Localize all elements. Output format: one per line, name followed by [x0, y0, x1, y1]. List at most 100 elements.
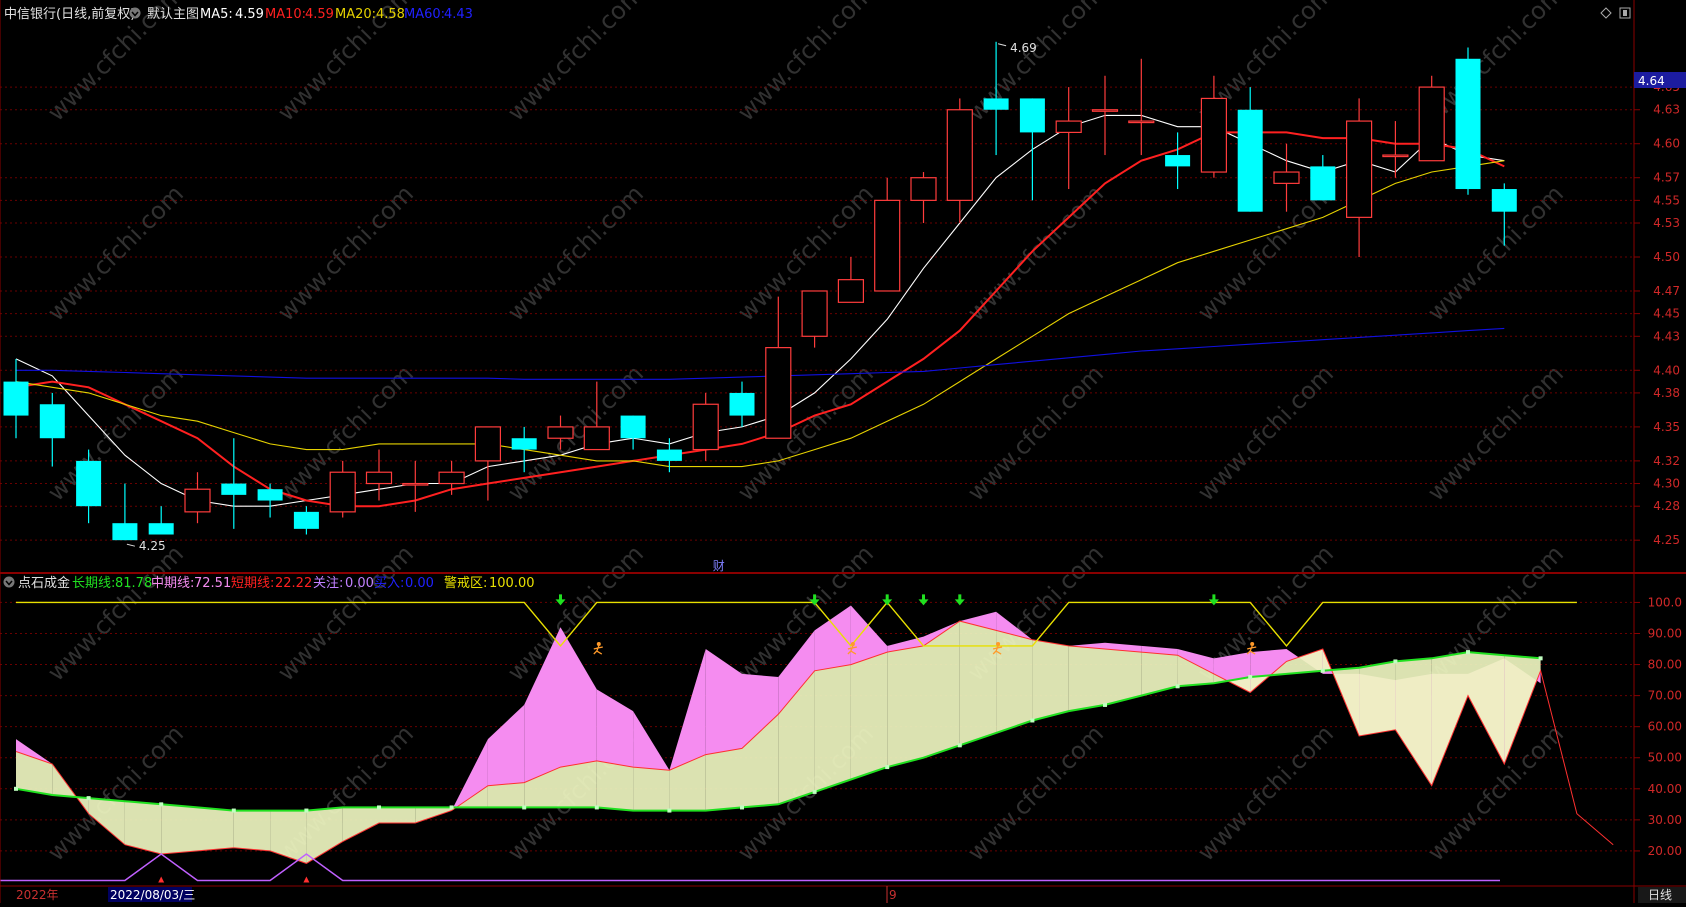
price-axis-label: 4.57	[1653, 171, 1680, 185]
chart-stage: www.cfchi.com www.cfchi.com www.cfchi.com w…	[0, 0, 1686, 903]
candle-body-down	[293, 511, 319, 529]
short-fill-segment	[1068, 645, 1105, 712]
ma60-value: 4.43	[444, 7, 473, 22]
candle-body-down	[39, 404, 65, 439]
short-fill-segment	[1032, 639, 1069, 721]
long-line-dot	[740, 805, 744, 810]
long-line-dot	[231, 808, 236, 813]
date-label: 2022/08/03/三	[110, 888, 195, 902]
price-axis-label: 4.38	[1653, 386, 1680, 400]
chart-canvas: www.cfchi.com www.cfchi.com www.cfchi.com w…	[0, 0, 1686, 903]
short-label: 短期线:	[231, 576, 274, 591]
long-line-dot	[594, 805, 599, 810]
indicator-axis-label: 70.00	[1648, 689, 1682, 703]
candle-body-up	[184, 488, 211, 513]
ma60-label: MA60:	[404, 7, 445, 22]
indicator-dropdown-icon[interactable]	[3, 576, 15, 588]
candle-body-up	[365, 471, 393, 485]
indicator-axis-label: 20.00	[1648, 844, 1682, 858]
candle-body-down	[221, 483, 247, 495]
mid-value: 72.51	[194, 576, 231, 591]
focus-label: 关注:	[313, 576, 343, 591]
price-axis-label: 4.43	[1653, 329, 1680, 343]
finance-marker: 财	[713, 559, 725, 573]
long-line-dot	[957, 743, 962, 748]
long-label: 长期线:	[72, 576, 115, 591]
price-axis-label: 4.63	[1653, 103, 1680, 117]
price-axis-label: 4.28	[1653, 499, 1680, 513]
price-axis-label: 4.50	[1653, 250, 1680, 264]
price-axis-label: 4.35	[1653, 420, 1680, 434]
short-value: 22.22	[275, 576, 312, 591]
period-label[interactable]: 日线	[1648, 888, 1672, 902]
candle-body-up	[1091, 109, 1119, 112]
short-fill-segment	[850, 652, 888, 780]
indicator-axis-label: 40.00	[1648, 782, 1682, 796]
short-fill-segment	[379, 807, 416, 823]
main-header: 中信银行(日线,前复权) 默认主图 MA5: 4.59 MA10: 4.59 M…	[4, 6, 473, 22]
ma10-label: MA10:	[265, 7, 306, 22]
runner-head	[1250, 642, 1255, 647]
long-line-dot	[1030, 718, 1035, 723]
long-line-dot	[812, 789, 817, 794]
ma20-label: MA20:	[335, 7, 376, 22]
month-label: 9	[889, 888, 897, 902]
candle-body-up	[946, 109, 973, 201]
runner-head	[996, 642, 1001, 647]
candle-body-up	[583, 426, 610, 451]
candle[interactable]	[1418, 75, 1445, 162]
price-axis-label: 4.60	[1653, 137, 1680, 151]
long-line-dot	[304, 808, 309, 813]
year-label: 2022年	[16, 888, 59, 902]
mid-label: 中期线:	[151, 576, 194, 591]
runner-head	[850, 642, 855, 647]
price-axis-label: 4.30	[1653, 477, 1680, 491]
indicator-axis-label: 50.00	[1648, 751, 1682, 765]
short-fill-segment	[161, 804, 198, 855]
template-label[interactable]: 默认主图	[147, 6, 199, 22]
candle-body-down	[656, 449, 682, 461]
candle-body-up	[474, 426, 501, 462]
candle-body-down	[148, 523, 174, 535]
candle-body-up	[547, 426, 574, 439]
candle[interactable]	[1455, 47, 1481, 195]
long-line-dot	[1320, 668, 1325, 673]
short-fill-segment	[487, 782, 525, 808]
ma10-value: 4.59	[305, 7, 334, 22]
price-axis-label: 4.55	[1653, 193, 1680, 207]
short-fill-segment	[814, 664, 851, 792]
candle-body-up	[1418, 86, 1445, 162]
template-dropdown-icon[interactable]	[129, 7, 141, 19]
high-price-label: 4.69	[1010, 41, 1037, 55]
short-fill-segment	[887, 645, 924, 768]
candle-body-down	[76, 460, 102, 507]
short-fill-segment	[233, 810, 271, 851]
candle-body-up	[910, 177, 937, 201]
candle-body-down	[1455, 58, 1481, 190]
long-line-dot	[1103, 702, 1107, 707]
candle-body-down	[1237, 109, 1263, 212]
candle-body-up	[837, 279, 865, 303]
long-line-dot	[449, 805, 454, 810]
candle-body-down	[983, 98, 1009, 110]
indicator-axis-label: 60.00	[1648, 720, 1682, 734]
price-axis-label: 4.40	[1653, 363, 1680, 377]
candle-body-down	[1310, 166, 1336, 201]
ma20-value: 4.58	[376, 7, 405, 22]
price-axis-label: 4.47	[1653, 284, 1680, 298]
long-line-dot	[1175, 684, 1180, 689]
candle-body-down	[620, 415, 646, 439]
candle-body-up	[801, 290, 828, 337]
stock-title[interactable]: 中信银行(日线,前复权)	[4, 6, 135, 22]
indicator-name[interactable]: 点石成金	[18, 575, 70, 591]
buy-value: 0.00	[405, 576, 434, 591]
candle-body-up	[329, 471, 356, 513]
short-fill-segment	[1359, 661, 1396, 736]
indicator-axis-label: 30.00	[1648, 813, 1682, 827]
long-line-dot	[1248, 674, 1253, 679]
candle-body-up	[1200, 97, 1228, 173]
ma5-value: 4.59	[235, 7, 264, 22]
long-value: 81.78	[115, 576, 152, 591]
candle-body-up	[1345, 120, 1373, 218]
focus-value: 0.00	[345, 576, 374, 591]
